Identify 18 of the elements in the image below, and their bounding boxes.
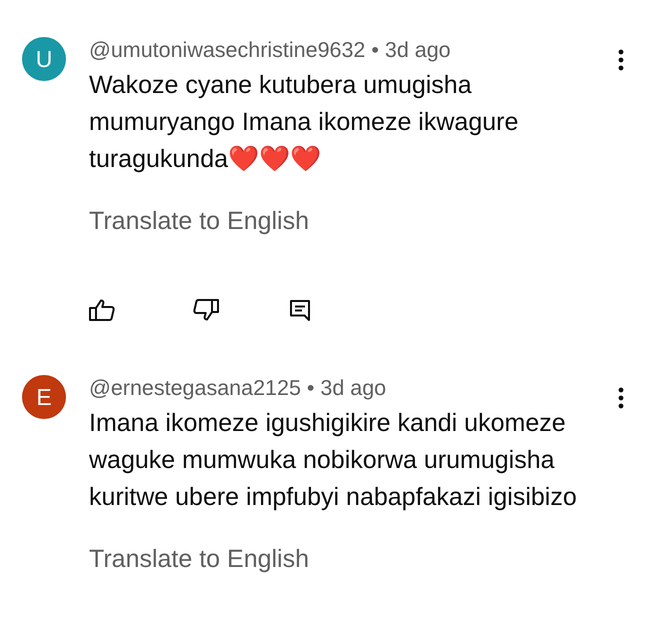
more-options-icon — [618, 387, 624, 409]
reply-button[interactable] — [290, 300, 310, 320]
translate-link[interactable]: Translate to English — [89, 202, 310, 240]
more-options-icon — [618, 49, 624, 71]
comment-text: Imana ikomeze igushigikire kandi ukomeze waguke mumwuka nobikorwa urumugisha kuritwe ubere impfubyi nabapfakazi igisibizo — [89, 408, 578, 512]
dislike-button[interactable] — [193, 299, 219, 321]
translate-link[interactable]: Translate to English — [89, 540, 310, 578]
comment-text: Wakoze cyane kutubera umugisha mumuryango Imana ikomeze ikwagure turagukunda❤❤❤ — [89, 70, 520, 174]
more-options-button[interactable] — [618, 387, 624, 409]
thumbs-up-icon — [89, 299, 115, 321]
more-options-button[interactable] — [618, 49, 624, 71]
comment-byline: @umutoniwasechristine9632 • 3d ago — [89, 37, 451, 63]
comment-icon — [290, 300, 310, 320]
thumbs-down-icon — [193, 299, 219, 321]
user-avatar[interactable]: E — [22, 375, 66, 419]
like-button[interactable] — [89, 299, 115, 321]
user-avatar[interactable]: U — [22, 37, 66, 81]
comment-byline: @ernestegasana2125 • 3d ago — [89, 375, 386, 401]
